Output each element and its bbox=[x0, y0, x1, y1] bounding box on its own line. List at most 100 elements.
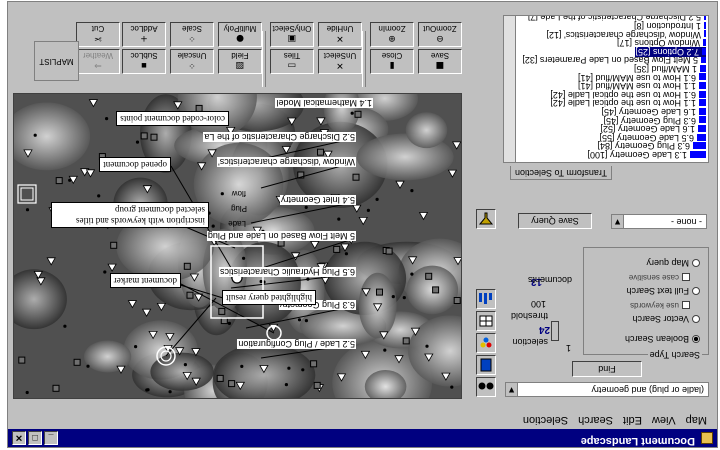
unscale-label: Unscale bbox=[177, 51, 207, 60]
maplist-button[interactable]: MAPLIST bbox=[34, 41, 79, 81]
onlyselect-button[interactable]: ▣ OnlySelect bbox=[270, 22, 314, 47]
document-landscape[interactable]: 1.4 Mathematical Model 5.2 Discharge Cha… bbox=[13, 93, 462, 399]
minimize-button[interactable]: _ bbox=[44, 431, 58, 445]
list-item[interactable]: 1.1 How to use the optical Ladle [42] bbox=[550, 98, 706, 108]
zoomout-button[interactable]: ⊖ ZoomOut bbox=[418, 22, 462, 47]
list-item[interactable]: Window Options [17] bbox=[617, 38, 706, 48]
list-item[interactable]: 1.6 Lade Geometry [45] bbox=[601, 107, 706, 117]
list-item[interactable]: 1 MAM/flud [35] bbox=[634, 64, 706, 74]
list-item[interactable]: 5.2 Discharge Characteristic of the Lade… bbox=[528, 15, 706, 22]
search-type-title: Search Type bbox=[647, 350, 702, 360]
binoculars-icon[interactable] bbox=[476, 377, 496, 397]
menu-edit[interactable]: Edit bbox=[623, 414, 642, 426]
zoom-out-icon: ⊖ bbox=[436, 33, 444, 43]
doc-label-6[interactable]: 6.5 Plug Hydraulic Characteristics bbox=[218, 267, 356, 277]
filter-icon[interactable] bbox=[476, 209, 496, 229]
doc-label-8[interactable]: 5.2 Lade / Plug Configuration bbox=[237, 339, 356, 349]
toolbar-separator bbox=[262, 31, 266, 87]
list-item[interactable]: 1.1 How to use MAM/flud [41] bbox=[578, 81, 706, 91]
list-item-label: 5.2 Discharge Characteristic of the Lade… bbox=[527, 15, 701, 23]
weather-label: Weather bbox=[82, 51, 114, 60]
subloc-button[interactable]: ▪ SubLoc bbox=[122, 49, 166, 74]
save-query-button[interactable]: Save Query bbox=[518, 213, 592, 229]
radio-boolean-search[interactable]: Boolean Search bbox=[625, 334, 700, 344]
list-item[interactable]: 5 Melt Flow Based on Lade Parameters [32… bbox=[522, 55, 706, 65]
list-item[interactable]: 1 Introduction [8] bbox=[634, 21, 706, 31]
list-item[interactable]: 6.1 How to use MAM/flud [41] bbox=[578, 73, 706, 83]
result-list[interactable]: 1.3 Lade Geometry [100] 6.3 Plug Geometry… bbox=[503, 15, 709, 163]
radio-map-query[interactable]: Map query bbox=[646, 258, 700, 268]
menu-search[interactable]: Search bbox=[578, 414, 613, 426]
document-point bbox=[375, 197, 379, 201]
sub-location-icon: ▪ bbox=[140, 60, 148, 70]
list-item[interactable]: 1.3 Lade Geometry [100] bbox=[587, 150, 706, 160]
selection-spinner[interactable] bbox=[551, 321, 559, 341]
multipoly-button[interactable]: ● MultiPoly bbox=[218, 22, 262, 47]
document-point bbox=[383, 348, 387, 352]
document-point bbox=[55, 177, 63, 185]
save-label: Save bbox=[430, 51, 450, 60]
radio-fulltext-search[interactable]: Full text Search bbox=[626, 286, 700, 296]
doc-label-5[interactable]: 5 Melt Flow Based on Lade and Plug bbox=[206, 231, 356, 241]
doc-label-3[interactable]: Window 'discharge characteristics' bbox=[217, 157, 356, 167]
save-button[interactable]: ■ Save bbox=[418, 49, 462, 74]
document-point bbox=[228, 380, 236, 388]
zoomin-button[interactable]: ⊕ ZoomIn bbox=[370, 22, 414, 47]
radio-vector-search[interactable]: Vector Search bbox=[632, 314, 700, 324]
menu-view[interactable]: View bbox=[652, 414, 676, 426]
list-item[interactable]: Window 'discharge characteristics' [12] bbox=[547, 30, 706, 40]
add-location-icon: + bbox=[140, 33, 148, 43]
document-point bbox=[211, 224, 215, 228]
radio-fulltext-label: Full text Search bbox=[626, 286, 689, 296]
palette-icon[interactable] bbox=[476, 333, 496, 353]
close-button[interactable]: ▮ Close bbox=[370, 49, 414, 74]
list-item[interactable]: 7.2 Options [25] bbox=[635, 46, 706, 57]
unselect-button[interactable]: ✕ UnSelect bbox=[318, 49, 362, 74]
find-button[interactable]: Find bbox=[572, 361, 642, 377]
tiles-label: Tiles bbox=[283, 51, 301, 60]
list-scrollbar[interactable] bbox=[504, 16, 516, 162]
weather-button[interactable]: ⇒ Weather bbox=[76, 49, 120, 74]
none-combo[interactable]: - none - ▼ bbox=[611, 214, 707, 229]
list-item-label: 6.1 How to use the optical Ladle [42] bbox=[550, 89, 696, 100]
list-item[interactable]: 6.3 Plug Geometry [84] bbox=[597, 141, 706, 151]
field-button[interactable]: ▨ Field bbox=[218, 49, 262, 74]
doc-label-2[interactable]: 5.2 Discharge Characteristic of the La bbox=[203, 132, 356, 142]
search-type-group: Search Type Boolean Search Vector Search… bbox=[583, 247, 709, 360]
cut-button[interactable]: ✂ Cut bbox=[76, 22, 120, 47]
list-item-label: 6.3 Plug Geometry [45] bbox=[603, 115, 696, 126]
list-item[interactable]: 6.3 Plug Geometry [45] bbox=[603, 116, 706, 126]
document-point bbox=[453, 297, 461, 304]
tiles-button[interactable]: ▭ Tiles bbox=[270, 49, 314, 74]
document-point bbox=[304, 319, 308, 323]
check-case[interactable]: case sensitive bbox=[629, 273, 690, 282]
list-item[interactable]: 6.5 Lade Geometry [55] bbox=[599, 133, 706, 143]
chevron-down-icon[interactable]: ▼ bbox=[612, 215, 624, 228]
menu-selection[interactable]: Selection bbox=[523, 414, 568, 426]
chart-icon[interactable] bbox=[476, 289, 496, 309]
book-icon[interactable] bbox=[476, 355, 496, 375]
query-combo[interactable]: (ladle or plug) and geometry ▼ bbox=[505, 382, 709, 397]
doc-label-1[interactable]: 1.4 Mathematical Model bbox=[275, 98, 373, 108]
table-icon[interactable] bbox=[476, 311, 496, 331]
scale-button[interactable]: ⁘ Scale bbox=[170, 22, 214, 47]
chevron-down-icon[interactable]: ▼ bbox=[506, 383, 518, 396]
menu-map[interactable]: Map bbox=[686, 414, 707, 426]
list-item[interactable]: 6.1 How to use the optical Ladle [42] bbox=[550, 90, 706, 100]
multipoly-icon: ● bbox=[236, 33, 244, 43]
document-point bbox=[304, 205, 308, 209]
list-item[interactable]: 1.6 Lade Geometry [52] bbox=[600, 124, 706, 134]
list-item-label: 1 MAM/flud [35] bbox=[633, 64, 697, 74]
check-keywords[interactable]: use keywords bbox=[630, 301, 690, 310]
tab-transform-to-selection[interactable]: Transform To Selection bbox=[509, 166, 612, 180]
unscale-button[interactable]: ⁘ Unscale bbox=[170, 49, 214, 74]
unhide-button[interactable]: ✕ UnHide bbox=[318, 22, 362, 47]
doc-label-4[interactable]: 5.4 Inlet Geometry bbox=[279, 195, 356, 205]
close-button[interactable]: ✕ bbox=[12, 431, 26, 445]
document-point bbox=[450, 385, 454, 389]
document-point bbox=[352, 173, 360, 181]
addloc-button[interactable]: + AddLoc bbox=[122, 22, 166, 47]
document-point bbox=[277, 239, 285, 247]
maximize-button[interactable]: □ bbox=[28, 431, 42, 445]
list-item-label: 1.6 Lade Geometry [45] bbox=[601, 107, 696, 117]
